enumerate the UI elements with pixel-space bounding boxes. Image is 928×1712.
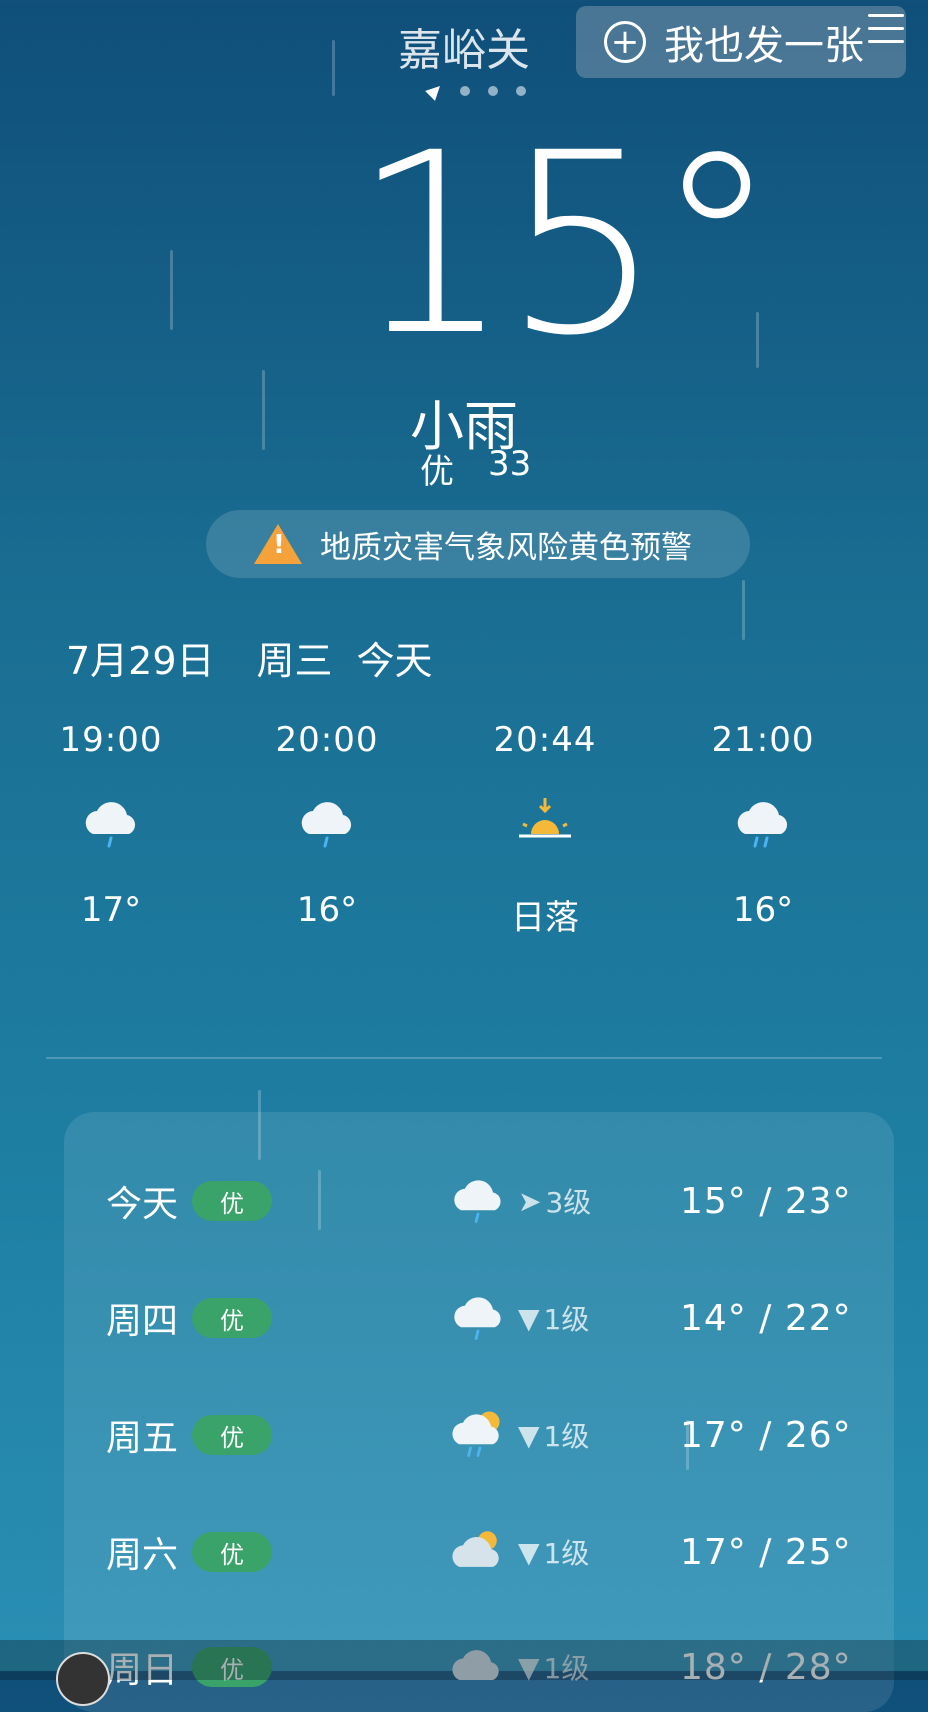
light-rain-cloud-icon: [252, 782, 402, 862]
daily-forecast-card[interactable]: 今天 优 ➤ 3级 15° / 23° 周四 优 ▼ 1级 14° / 22° 周五…: [64, 1112, 894, 1712]
hour-time: 19:00: [59, 720, 163, 760]
wind-info: ▼ 1级: [518, 1532, 589, 1572]
post-photo-button[interactable]: + 我也发一张: [576, 6, 906, 78]
daily-row[interactable]: 周四 优 ▼ 1级 14° / 22°: [64, 1273, 894, 1363]
today-text: 今天: [356, 639, 433, 683]
hour-temp: 日落: [511, 898, 579, 938]
date-text: 7月29日: [66, 639, 215, 683]
temp-range: 17° / 26°: [680, 1414, 852, 1456]
wind-level: 1级: [543, 1537, 590, 1570]
daily-day: 周五: [106, 1418, 179, 1459]
rain-cloud-icon: [688, 782, 838, 862]
wind-info: ▼ 1级: [518, 1298, 589, 1338]
light-rain-cloud-icon: [448, 1171, 508, 1231]
air-quality[interactable]: 优 33: [420, 444, 531, 493]
hourly-item: 21:00 16°: [688, 720, 838, 930]
hour-time: 20:44: [493, 720, 597, 760]
hour-time: 21:00: [711, 720, 815, 760]
partly-cloudy-icon: [448, 1522, 508, 1582]
aqi-badge: 优: [192, 1181, 272, 1221]
alert-text: 地质灾害气象风险黄色预警: [320, 529, 692, 566]
current-temperature: 15°: [352, 99, 779, 390]
wind-info: ▼ 1级: [518, 1415, 589, 1455]
hourly-item: 19:00 17°: [36, 720, 186, 930]
wind-direction-icon: ▼: [518, 1535, 540, 1569]
light-rain-cloud-icon: [36, 782, 186, 862]
aqi-badge: 优: [192, 1415, 272, 1455]
warning-triangle-icon: [254, 524, 302, 564]
plus-circle-icon: +: [604, 21, 646, 63]
wind-direction-icon: ➤: [518, 1184, 542, 1218]
hourly-item: 20:44 日落: [470, 720, 620, 939]
daily-day: 周四: [106, 1301, 179, 1342]
hour-time: 20:00: [275, 720, 379, 760]
date-line: 7月29日 周三 今天: [66, 630, 433, 685]
weather-alert-banner[interactable]: 地质灾害气象风险黄色预警: [206, 510, 750, 578]
aqi-badge: 优: [192, 1532, 272, 1572]
hour-temp: 16°: [732, 890, 794, 930]
light-rain-cloud-icon: [448, 1288, 508, 1348]
daily-row[interactable]: 周五 优 ▼ 1级 17° / 26°: [64, 1390, 894, 1480]
wind-level: 1级: [543, 1303, 590, 1336]
hour-temp: 17°: [80, 890, 142, 930]
page-dot: [516, 86, 526, 96]
wind-level: 3级: [545, 1186, 592, 1219]
city-name[interactable]: 嘉峪关: [398, 14, 530, 78]
wind-direction-icon: ▼: [518, 1301, 540, 1335]
bottom-overlay: [0, 1640, 928, 1680]
wind-level: 1级: [543, 1420, 590, 1453]
temp-range: 15° / 23°: [680, 1180, 852, 1222]
temp-range: 17° / 25°: [680, 1531, 852, 1573]
page-dot: [460, 86, 470, 96]
daily-row[interactable]: 今天 优 ➤ 3级 15° / 23°: [64, 1156, 894, 1246]
wind-info: ➤ 3级: [518, 1181, 591, 1221]
section-divider: [46, 1057, 882, 1059]
post-photo-label: 我也发一张: [664, 23, 864, 69]
daily-day: 周六: [106, 1535, 179, 1576]
weekday-text: 周三: [256, 639, 333, 683]
sun-rain-cloud-icon: [448, 1405, 508, 1465]
hour-temp: 16°: [296, 890, 358, 930]
daily-day: 今天: [106, 1184, 179, 1225]
wind-direction-icon: ▼: [518, 1418, 540, 1452]
aqi-value: 33: [488, 444, 532, 484]
daily-row[interactable]: 周六 优 ▼ 1级 17° / 25°: [64, 1507, 894, 1597]
page-dot: [488, 86, 498, 96]
sunset-icon: [470, 782, 620, 862]
hamburger-menu-icon[interactable]: [868, 14, 904, 53]
temp-range: 14° / 22°: [680, 1297, 852, 1339]
hourly-item: 20:00 16°: [252, 720, 402, 930]
location-arrow-icon: [425, 81, 445, 101]
aqi-label: 优: [420, 452, 454, 492]
aqi-badge: 优: [192, 1298, 272, 1338]
avatar[interactable]: [56, 1652, 110, 1706]
city-pager[interactable]: [425, 81, 526, 101]
